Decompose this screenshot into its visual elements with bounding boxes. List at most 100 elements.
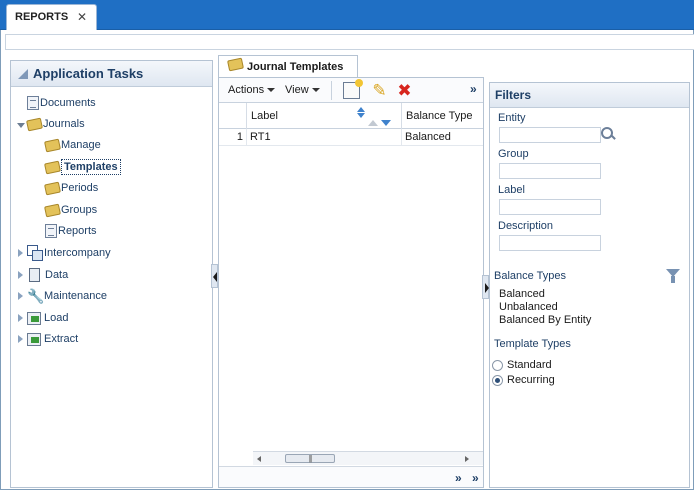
tree-item-label: Templates	[61, 159, 121, 176]
table-row[interactable]: 1 RT1 Balanced	[219, 129, 483, 146]
actions-menu[interactable]: Actions	[228, 84, 276, 96]
report-icon	[45, 224, 57, 239]
tree-item-groups[interactable]: Groups	[44, 201, 98, 219]
chevron-right-icon[interactable]	[18, 314, 23, 322]
tree-item-maintenance[interactable]: 🔧Maintenance	[27, 287, 107, 305]
tree-item-intercompany[interactable]: Intercompany	[27, 244, 111, 262]
tree-item-label: Manage	[61, 139, 101, 152]
group-input[interactable]	[499, 163, 601, 179]
standard-radio-label[interactable]: Standard	[507, 359, 552, 371]
template-types-label: Template Types	[494, 338, 571, 350]
wrench-icon: 🔧	[27, 288, 45, 305]
close-icon[interactable]: ✕	[77, 5, 87, 29]
balance-types-label: Balance Types	[494, 270, 566, 282]
chevron-down-icon[interactable]	[17, 123, 25, 128]
tree-item-journals[interactable]: Journals	[26, 115, 85, 133]
collapse-left-icon	[213, 272, 217, 282]
tree-item-label: Reports	[58, 225, 97, 238]
tree-item-label: Load	[44, 312, 69, 325]
tree-item-templates[interactable]: Templates	[44, 158, 121, 176]
top-tab-bar: REPORTS ✕	[0, 0, 694, 30]
folder-icon	[44, 181, 61, 196]
tree-item-manage[interactable]: Manage	[44, 136, 101, 154]
scroll-left-icon[interactable]	[257, 456, 261, 462]
column-header-label[interactable]: Label	[246, 103, 401, 129]
edit-pencil-icon[interactable]: ✎	[371, 82, 388, 99]
filters-title: Filters	[490, 83, 689, 108]
description-input[interactable]	[499, 235, 601, 251]
right-splitter-handle[interactable]	[482, 275, 489, 299]
grid-header: Label Balance Type	[219, 103, 483, 129]
balance-type-option[interactable]: Balanced	[499, 288, 545, 300]
tab-reports-label: REPORTS	[15, 11, 69, 23]
entity-input[interactable]	[499, 127, 601, 143]
center-toolbar: Actions View ✎ ✖ »	[219, 78, 483, 103]
collapse-triangle-icon[interactable]	[18, 69, 28, 79]
toolbar-overflow-icon[interactable]: »	[470, 82, 477, 96]
grid-footer: » »	[219, 466, 483, 487]
row-balance-type-cell[interactable]: Balanced	[401, 129, 483, 146]
row-number: 1	[236, 131, 243, 143]
label-label: Label	[498, 184, 525, 196]
description-label: Description	[498, 220, 554, 232]
tree-item-label: Periods	[61, 182, 99, 195]
chevron-down-icon	[311, 88, 320, 93]
horizontal-scrollbar[interactable]: |||	[253, 451, 483, 465]
folder-icon	[44, 203, 61, 218]
chevron-right-icon[interactable]	[18, 271, 23, 279]
tree-item-label: Maintenance	[44, 290, 107, 303]
chevron-right-icon[interactable]	[18, 249, 23, 257]
tree-item-reports[interactable]: Reports	[45, 222, 97, 240]
tree-item-data[interactable]: Data	[29, 266, 68, 284]
tab-reports[interactable]: REPORTS ✕	[6, 4, 97, 30]
scroll-thumb[interactable]: |||	[285, 454, 335, 463]
sort-descending-icon[interactable]	[381, 120, 391, 126]
tree-item-label: Extract	[44, 333, 79, 346]
tree-item-label: Groups	[61, 204, 98, 217]
search-icon[interactable]	[601, 127, 617, 143]
tab-journal-templates[interactable]: Journal Templates	[218, 55, 358, 77]
tree-item-label: Journals	[43, 118, 85, 131]
column-header-balance-type[interactable]: Balance Type	[401, 103, 483, 129]
chevron-down-icon	[267, 88, 276, 93]
recurring-radio[interactable]	[492, 375, 503, 386]
standard-radio[interactable]	[492, 360, 503, 371]
documents-icon	[27, 96, 39, 111]
application-tasks-header[interactable]: Application Tasks	[11, 61, 212, 87]
application-tasks-title: Application Tasks	[33, 66, 144, 81]
tab-journal-templates-label: Journal Templates	[247, 61, 344, 73]
data-icon	[29, 268, 40, 283]
recurring-radio-label[interactable]: Recurring	[507, 374, 555, 386]
balance-type-option[interactable]: Balanced By Entity	[499, 314, 591, 326]
label-input[interactable]	[499, 199, 601, 215]
tree-item-label: Documents	[40, 97, 96, 110]
toolbar-separator	[331, 81, 332, 100]
sort-toggle-icon[interactable]	[357, 107, 365, 119]
left-splitter-handle[interactable]	[211, 264, 218, 288]
journal-templates-panel: Actions View ✎ ✖ » Label Balance Type 1 …	[218, 77, 484, 488]
sort-ascending-icon[interactable]	[368, 120, 378, 126]
intercompany-icon	[27, 245, 43, 262]
filter-icon[interactable]	[666, 269, 680, 283]
tree-item-documents[interactable]: Documents	[27, 94, 96, 112]
balance-type-option[interactable]: Unbalanced	[499, 301, 558, 313]
application-tasks-panel: Application Tasks Documents Journals Man…	[10, 60, 213, 488]
chevron-right-icon[interactable]	[18, 292, 23, 300]
view-menu[interactable]: View	[285, 84, 320, 96]
tree-item-periods[interactable]: Periods	[44, 179, 99, 197]
footer-overflow-icon-2[interactable]: »	[472, 471, 479, 485]
tree-item-load[interactable]: Load	[27, 309, 68, 327]
scroll-right-icon[interactable]	[465, 456, 469, 462]
tree-item-extract[interactable]: Extract	[27, 330, 78, 348]
view-menu-label: View	[285, 84, 309, 96]
row-label-cell[interactable]: RT1	[246, 129, 401, 146]
load-icon	[27, 311, 41, 325]
toolstrip	[5, 34, 694, 50]
chevron-right-icon[interactable]	[18, 335, 23, 343]
footer-overflow-icon[interactable]: »	[455, 471, 462, 485]
new-template-icon[interactable]	[343, 79, 363, 99]
delete-icon[interactable]: ✖	[396, 82, 413, 99]
tree-item-label: Data	[45, 269, 69, 282]
entity-label: Entity	[498, 112, 526, 124]
group-label: Group	[498, 148, 529, 160]
